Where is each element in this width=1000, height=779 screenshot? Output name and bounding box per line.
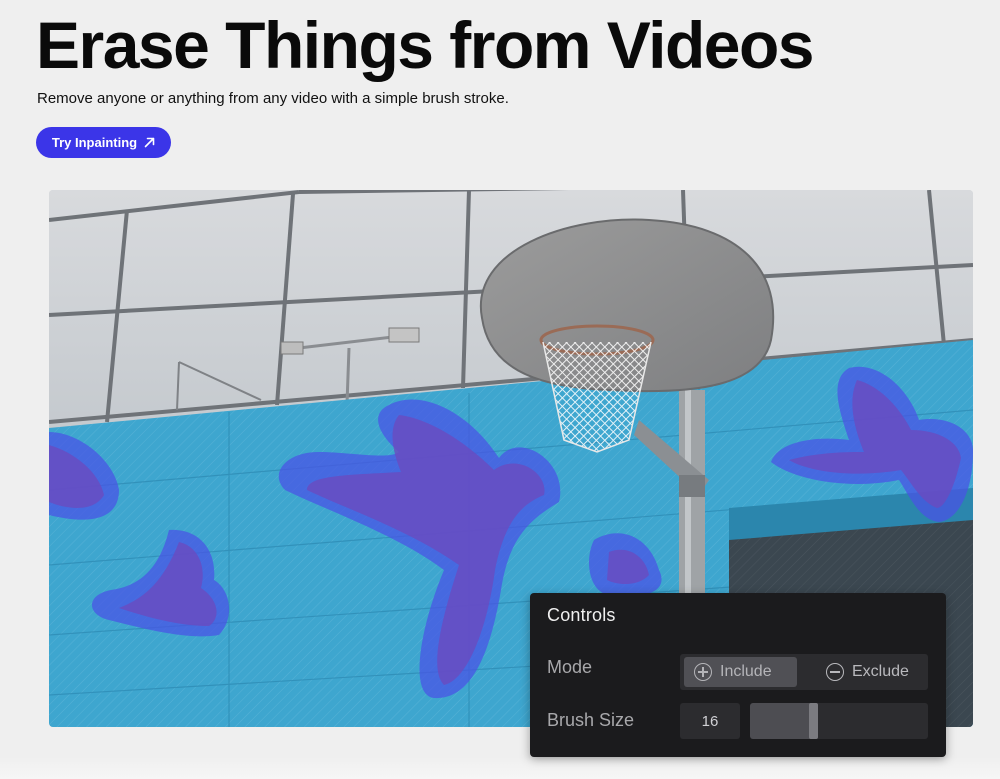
brush-size-slider[interactable]: [750, 703, 928, 739]
page-title: Erase Things from Videos: [36, 8, 815, 82]
brush-size-label: Brush Size: [547, 710, 635, 730]
page-bottom-fade: [0, 757, 1000, 779]
arrow-up-right-icon: [144, 137, 155, 148]
exclude-mode-button[interactable]: Exclude: [816, 657, 926, 687]
mode-toggle: Include Exclude: [680, 654, 928, 690]
try-inpainting-label: Try Inpainting: [51, 135, 138, 150]
brush-size-slider-fill: [750, 703, 816, 739]
controls-panel: Controls Mode Include Exclude Brush Size: [530, 593, 946, 757]
page-subtitle: Remove anyone or anything from any video…: [37, 90, 509, 107]
brush-size-slider-thumb[interactable]: [808, 703, 818, 739]
exclude-label: Exclude: [852, 663, 909, 680]
include-mode-button[interactable]: Include: [684, 657, 797, 687]
try-inpainting-button[interactable]: Try Inpainting: [36, 127, 171, 158]
brush-size-input[interactable]: [680, 703, 740, 739]
mode-label: Mode: [547, 657, 593, 677]
minus-circle-icon: [826, 663, 844, 681]
include-label: Include: [720, 663, 772, 680]
plus-circle-icon: [694, 663, 712, 681]
controls-title: Controls: [547, 605, 616, 625]
